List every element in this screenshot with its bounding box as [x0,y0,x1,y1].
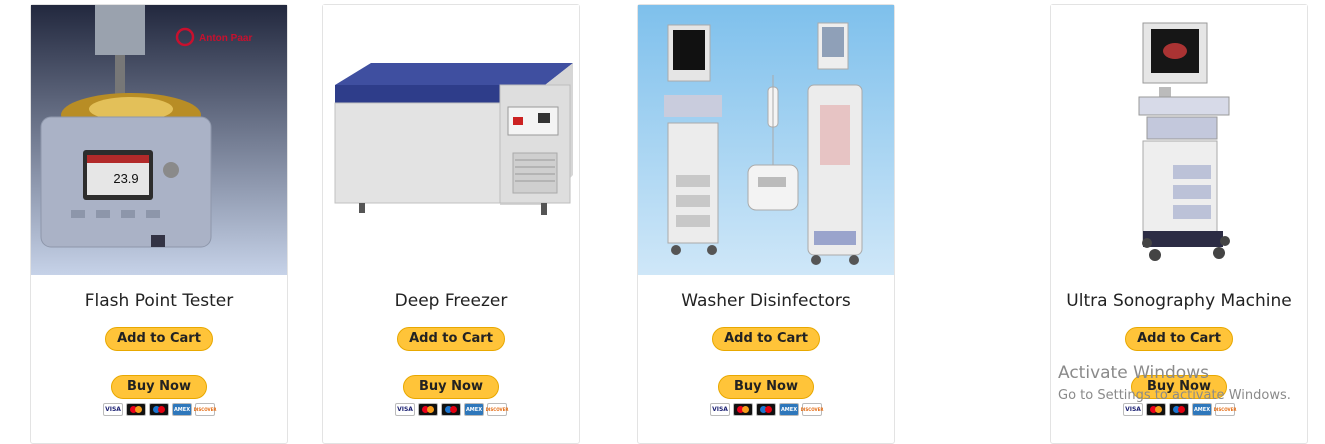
american-express-icon: AMEX [779,403,799,416]
visa-icon: VISA [1123,403,1143,416]
product-image-washer-disinfectors[interactable] [638,5,894,275]
maestro-icon [1169,403,1189,416]
american-express-icon: AMEX [172,403,192,416]
maestro-icon [441,403,461,416]
discover-icon: DISCOVER [486,403,508,416]
american-express-icon: AMEX [1192,403,1212,416]
buy-now-button[interactable]: Buy Now [403,375,499,399]
product-card-washer-disinfectors: Washer Disinfectors Add to Cart Buy Now … [637,4,895,444]
buy-now-button[interactable]: Buy Now [718,375,814,399]
product-image-ultra-sonography-machine[interactable] [1051,5,1307,275]
mastercard-icon [126,403,146,416]
product-title[interactable]: Washer Disinfectors [638,291,894,311]
american-express-icon: AMEX [464,403,484,416]
payment-cards: VISA AMEX DISCOVER [103,403,216,416]
add-to-cart-button[interactable]: Add to Cart [105,327,213,351]
product-title[interactable]: Ultra Sonography Machine [1051,291,1307,311]
visa-icon: VISA [395,403,415,416]
add-to-cart-button[interactable]: Add to Cart [712,327,820,351]
visa-icon: VISA [710,403,730,416]
payment-cards: VISA AMEX DISCOVER [1123,403,1236,416]
buy-now-button[interactable]: Buy Now [111,375,207,399]
product-image-deep-freezer[interactable] [323,5,579,275]
activate-windows-watermark-title: Activate Windows [1058,363,1209,383]
discover-icon: DISCOVER [1214,403,1236,416]
visa-icon: VISA [103,403,123,416]
svg-text:Anton Paar: Anton Paar [199,33,252,44]
mastercard-icon [418,403,438,416]
product-card-flash-point-tester: 23.9 Anton Paar Flash Point Tester Add t… [30,4,288,444]
payment-cards: VISA AMEX DISCOVER [395,403,508,416]
maestro-icon [756,403,776,416]
tester-display-value: 23.9 [113,171,138,186]
mastercard-icon [1146,403,1166,416]
activate-windows-watermark-subtitle: Go to Settings to activate Windows. [1058,388,1291,403]
discover-icon: DISCOVER [194,403,216,416]
add-to-cart-button[interactable]: Add to Cart [397,327,505,351]
maestro-icon [149,403,169,416]
discover-icon: DISCOVER [801,403,823,416]
add-to-cart-button[interactable]: Add to Cart [1125,327,1233,351]
product-card-deep-freezer: Deep Freezer Add to Cart Buy Now VISA AM… [322,4,580,444]
product-title[interactable]: Flash Point Tester [31,291,287,311]
payment-cards: VISA AMEX DISCOVER [710,403,823,416]
product-title[interactable]: Deep Freezer [323,291,579,311]
product-image-flash-point-tester[interactable]: 23.9 Anton Paar [31,5,287,275]
mastercard-icon [733,403,753,416]
